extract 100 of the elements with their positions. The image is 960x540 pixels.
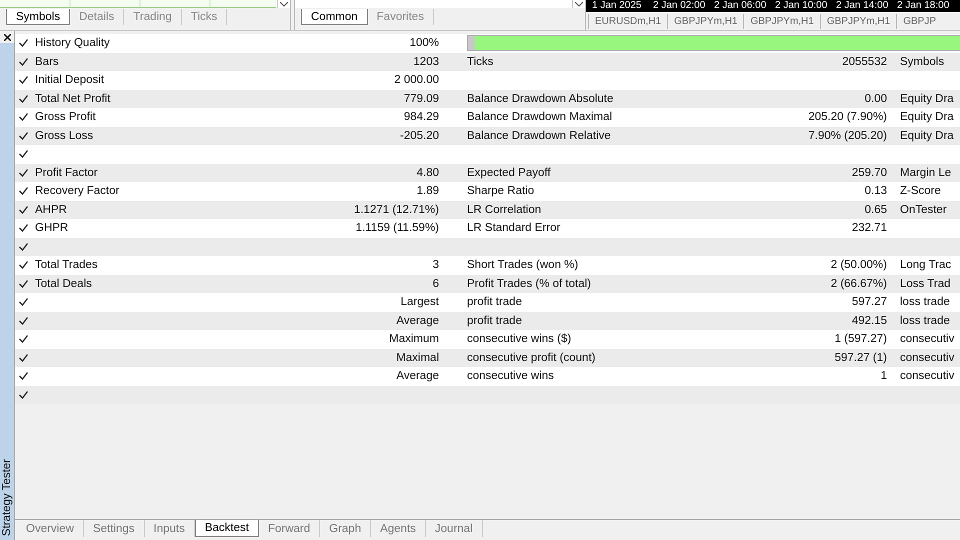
metric-value: 100%: [410, 37, 439, 50]
metric-value: 2 (50.00%): [830, 259, 887, 272]
metric-label: Profit Factor: [35, 166, 98, 179]
metric-value: 2 000.00: [394, 74, 439, 86]
chart-tab[interactable]: EURUSDm,H1: [588, 14, 668, 29]
metric-label: Balance Drawdown Maximal: [467, 111, 612, 124]
metric-value: 779.09: [404, 92, 439, 105]
time-label: 1 Jan 2025: [592, 0, 642, 12]
metric-value: 1 (597.27): [834, 333, 887, 346]
metric-label: consecutiv: [900, 352, 954, 364]
metric-label: consecutive wins: [467, 370, 554, 382]
metric-label: loss trade: [900, 296, 950, 308]
metric-label: History Quality: [35, 37, 110, 50]
metric-value: Maximal: [396, 352, 439, 364]
time-label: 2 Jan 14:00: [836, 0, 890, 12]
chart-tab[interactable]: GBPJPYm,H1: [820, 14, 896, 29]
metric-value: 0.65: [864, 204, 887, 216]
metric-value: 259.70: [852, 166, 887, 179]
metric-label: GHPR: [35, 222, 68, 234]
metric-label: loss trade: [900, 314, 950, 327]
tab[interactable]: Details: [70, 9, 124, 25]
metric-label: Symbols: [900, 56, 944, 68]
metric-label: Gross Loss: [35, 130, 94, 142]
tab[interactable]: Graph: [320, 520, 372, 537]
tab[interactable]: Backtest: [194, 520, 259, 537]
metric-value: 492.15: [852, 314, 887, 327]
metric-label: consecutiv: [900, 333, 954, 346]
metric-label: Margin Le: [900, 166, 952, 179]
metric-label: LR Correlation: [467, 204, 542, 216]
tab[interactable]: Journal: [426, 520, 483, 537]
metric-label: Gross Profit: [35, 111, 96, 124]
metric-label: profit trade: [467, 314, 522, 327]
time-label: 2 Jan 18:00: [897, 0, 950, 12]
metric-label: Balance Drawdown Absolute: [467, 92, 614, 105]
metric-label: OnTester: [900, 204, 947, 216]
metric-label: Equity Dra: [900, 92, 954, 105]
metric-value: Average: [396, 314, 439, 327]
metric-value: 597.27: [852, 296, 887, 308]
metric-label: Recovery Factor: [35, 185, 120, 198]
metric-label: Total Deals: [35, 278, 92, 290]
metric-value: 1.1271 (12.71%): [354, 204, 439, 216]
metric-label: Short Trades (won %): [467, 259, 578, 272]
tab[interactable]: Overview: [17, 520, 84, 537]
tab[interactable]: Settings: [84, 520, 144, 537]
metric-label: Long Trac: [900, 259, 952, 272]
tab[interactable]: Common: [301, 9, 368, 25]
metric-value: 984.29: [404, 111, 439, 124]
metric-value: 232.71: [852, 222, 887, 234]
metric-value: 1.89: [416, 185, 439, 198]
tab[interactable]: Symbols: [6, 9, 70, 25]
metric-value: 6: [432, 278, 439, 290]
metric-value: 7.90% (205.20): [808, 130, 887, 142]
metric-label: Equity Dra: [900, 130, 954, 142]
metric-value: 2055532: [842, 56, 887, 68]
metric-value: 3: [432, 259, 439, 272]
metric-label: Profit Trades (% of total): [467, 278, 591, 290]
metric-label: consecutiv: [900, 370, 954, 382]
dropdown-arrow-icon[interactable]: [572, 0, 585, 8]
metric-value: 1203: [413, 56, 439, 68]
metric-label: Initial Deposit: [35, 74, 104, 86]
metric-label: Total Trades: [35, 259, 98, 272]
dropdown-arrow-icon[interactable]: [277, 0, 290, 8]
tab[interactable]: Trading: [124, 9, 182, 25]
metric-value: 4.80: [416, 166, 439, 179]
chart-tab[interactable]: GBPJP: [896, 14, 942, 29]
time-label: 2 Jan 06:00: [714, 0, 768, 12]
chart-tab[interactable]: GBPJPYm,H1: [743, 14, 820, 29]
metric-value: 1.1159 (11.59%): [356, 222, 439, 234]
metric-label: consecutive profit (count): [467, 352, 596, 364]
metric-value: Largest: [400, 296, 439, 308]
metric-label: AHPR: [35, 204, 67, 216]
metric-label: Sharpe Ratio: [467, 185, 534, 198]
metric-label: Equity Dra: [900, 111, 954, 124]
metric-value: 0.13: [864, 185, 887, 198]
metric-value: 1: [880, 370, 887, 382]
time-label: 2 Jan 02:00: [653, 0, 706, 12]
tab[interactable]: Favorites: [368, 9, 434, 25]
metric-value: 205.20 (7.90%): [808, 111, 887, 124]
tab[interactable]: Ticks: [182, 9, 228, 25]
metric-label: Expected Payoff: [467, 166, 551, 179]
metric-label: Total Net Profit: [35, 92, 110, 105]
metric-label: Bars: [35, 56, 59, 68]
metric-value: -205.20: [400, 130, 439, 142]
metric-label: Z-Score: [900, 185, 941, 198]
metric-label: LR Standard Error: [467, 222, 560, 234]
metric-value: Maximum: [389, 333, 439, 346]
metric-label: profit trade: [467, 296, 522, 308]
metric-value: 0.00: [864, 92, 887, 105]
tab[interactable]: Agents: [371, 520, 426, 537]
metric-value: 597.27 (1): [834, 352, 887, 364]
metric-label: consecutive wins ($): [467, 333, 572, 346]
panel-title: Strategy Tester: [1, 458, 13, 538]
metric-label: Loss Trad: [900, 278, 950, 290]
metric-value: Average: [396, 370, 439, 382]
metric-label: Ticks: [467, 56, 494, 68]
close-icon[interactable]: [0, 31, 14, 43]
chart-tab[interactable]: GBPJPYm,H1: [667, 14, 744, 29]
metric-label: Balance Drawdown Relative: [467, 130, 611, 142]
tab[interactable]: Forward: [258, 520, 320, 537]
time-label: 2 Jan 10:00: [775, 0, 828, 12]
